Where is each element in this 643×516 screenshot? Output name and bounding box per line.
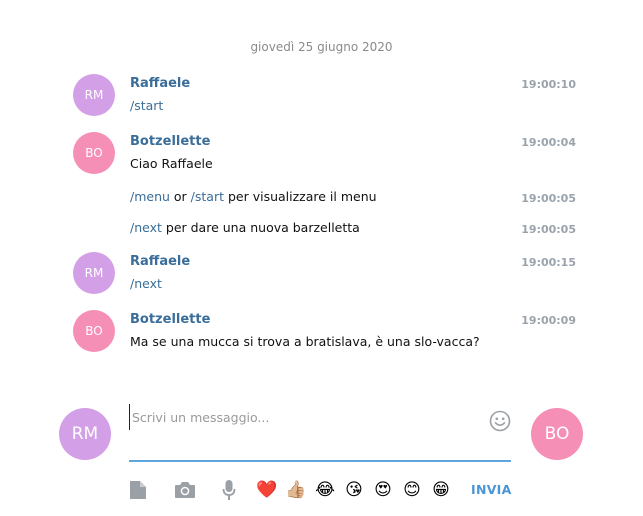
- command-link[interactable]: /start: [191, 189, 224, 204]
- peer-avatar[interactable]: BO: [531, 408, 583, 460]
- message-text: /next per dare una nuova barzelletta: [130, 220, 360, 235]
- message-time: 19:00:05: [521, 192, 576, 205]
- camera-icon[interactable]: [173, 478, 197, 502]
- kiss-emoji-icon[interactable]: 😘: [342, 478, 366, 502]
- command-link[interactable]: /start: [130, 98, 163, 113]
- tears-of-joy-emoji-icon[interactable]: 😂: [313, 478, 337, 502]
- grinning-emoji-icon[interactable]: 😁: [429, 478, 453, 502]
- message-time: 19:00:10: [521, 78, 576, 91]
- message-composer: [129, 404, 511, 462]
- avatar: BO: [73, 310, 115, 352]
- smiling-emoji-icon[interactable]: 😊: [400, 478, 424, 502]
- command-link[interactable]: /menu: [130, 189, 170, 204]
- user-avatar[interactable]: RM: [59, 408, 111, 460]
- send-button[interactable]: INVIA: [471, 482, 512, 497]
- thumbs-up-emoji-icon[interactable]: 👍🏼: [284, 478, 308, 502]
- heart-emoji-icon[interactable]: ❤️: [255, 478, 279, 502]
- emoji-picker-icon[interactable]: [489, 410, 511, 436]
- message-time: 19:00:09: [521, 314, 576, 327]
- message-text: /next: [130, 276, 162, 291]
- message-time: 19:00:05: [521, 223, 576, 236]
- message-time: 19:00:04: [521, 136, 576, 149]
- date-separator: giovedì 25 giugno 2020: [250, 40, 393, 54]
- message-sender[interactable]: Botzellette: [130, 312, 210, 327]
- attach-file-icon[interactable]: [127, 478, 149, 502]
- message-time: 19:00:15: [521, 256, 576, 269]
- avatar: RM: [73, 252, 115, 294]
- command-link[interactable]: /next: [130, 276, 162, 291]
- message-sender[interactable]: Raffaele: [130, 254, 190, 269]
- heart-eyes-emoji-icon[interactable]: 😍: [371, 478, 395, 502]
- message-input[interactable]: [129, 404, 469, 430]
- message-text: Ma se una mucca si trova a bratislava, è…: [130, 334, 480, 349]
- message-text: /start: [130, 98, 163, 113]
- command-link[interactable]: /next: [130, 220, 162, 235]
- message-sender[interactable]: Botzellette: [130, 134, 210, 149]
- avatar: RM: [73, 74, 115, 116]
- message-text: /menu or /start per visualizzare il menu: [130, 189, 377, 204]
- message-text: Ciao Raffaele: [130, 156, 213, 171]
- avatar: BO: [73, 132, 115, 174]
- microphone-icon[interactable]: [219, 478, 239, 502]
- message-sender[interactable]: Raffaele: [130, 76, 190, 91]
